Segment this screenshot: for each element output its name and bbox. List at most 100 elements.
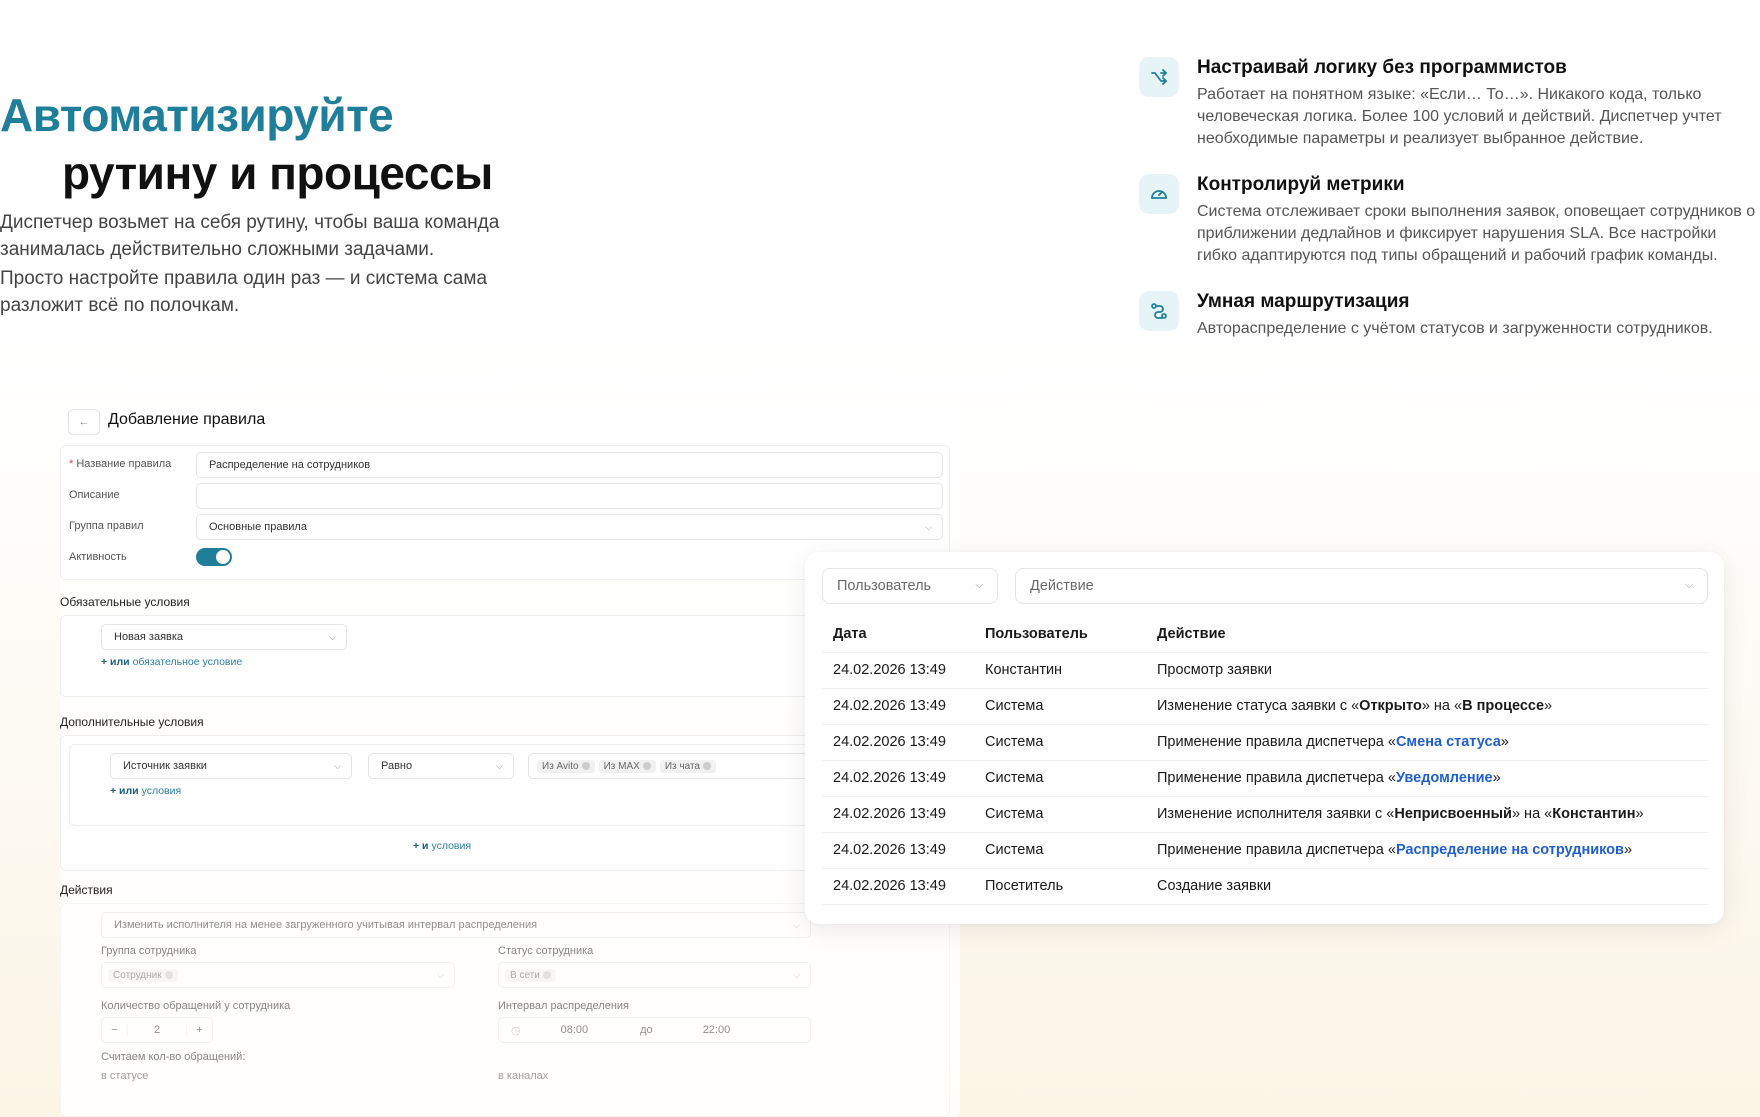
cell-action: Применение правила диспетчера «Распредел… [1146, 832, 1708, 869]
cell-date: 24.02.2026 13:49 [822, 796, 974, 833]
action-select[interactable]: Изменить исполнителя на менее загруженно… [101, 912, 811, 938]
rule-name-input[interactable]: Распределение на сотрудников [196, 452, 943, 478]
actions-title: Действия [60, 883, 113, 897]
chevron-down-icon: ⌵ [975, 580, 983, 591]
table-row: 24.02.2026 13:49 Система Применение правил… [822, 724, 1708, 761]
action-value: Константин [1552, 806, 1636, 822]
description-input[interactable] [196, 483, 943, 509]
table-row: 24.02.2026 13:49 Система Изменение статуса… [822, 688, 1708, 725]
cell-action: Изменение исполнителя заявки с «Неприсво… [1146, 796, 1708, 833]
in-channels-label: в каналах [498, 1070, 549, 1082]
chevron-down-icon: ⌵ [925, 522, 932, 532]
tag-chat: Из чата [659, 759, 716, 773]
feature-text: Система отслеживает сроки выполнения зая… [1197, 203, 1756, 264]
table-row: 24.02.2026 13:49 Система Применение правил… [822, 832, 1708, 869]
operator-select[interactable]: Равно ⌵ [368, 753, 514, 779]
cell-date: 24.02.2026 13:49 [822, 652, 974, 689]
actions-box: Изменить исполнителя на менее загруженно… [60, 903, 950, 1117]
feature-item: Умная маршрутизация Автораспределение с … [1139, 289, 1759, 340]
active-toggle[interactable] [196, 548, 232, 566]
required-condition-select[interactable]: Новая заявка ⌵ [101, 624, 347, 650]
stepper-plus-button[interactable]: + [186, 1024, 212, 1036]
interval-label: Интервал распределения [498, 1000, 630, 1012]
tag-online: В сети [505, 968, 556, 982]
employee-group-select[interactable]: Сотрудник ⌵ [101, 962, 455, 988]
interval-range[interactable]: ◷ 08:00 до 22:00 [498, 1017, 811, 1043]
active-label: Активность [69, 551, 127, 563]
feature-title: Контролируй метрики [1197, 174, 1405, 195]
action-text: » на « [1421, 698, 1463, 714]
rule-link[interactable]: Уведомление [1396, 770, 1493, 786]
cell-date: 24.02.2026 13:49 [822, 724, 974, 761]
feature-item: Контролируй метрики Система отслеживает … [1139, 172, 1759, 267]
chevron-down-icon: ⌵ [793, 920, 800, 930]
cell-action: Просмотр заявки [1146, 652, 1708, 689]
tag-avito: Из Avito [537, 759, 595, 773]
stepper-minus-button[interactable]: − [102, 1024, 128, 1036]
cell-date: 24.02.2026 13:49 [822, 868, 974, 905]
action-text: » [1500, 734, 1509, 750]
column-action: Действие [1146, 616, 1708, 653]
source-select[interactable]: Источник заявки ⌵ [110, 753, 352, 779]
cell-action: Применение правила диспетчера «Уведомлен… [1146, 760, 1708, 797]
table-header-row: Дата Пользователь Действие [822, 616, 1708, 653]
route-icon [1139, 291, 1179, 331]
chevron-down-icon: ⌵ [496, 761, 503, 771]
cell-action: Изменение статуса заявки с «Открыто» на … [1146, 688, 1708, 725]
required-conditions-title: Обязательные условия [60, 595, 190, 609]
cell-user: Система [974, 832, 1146, 869]
in-status-label: в статусе [101, 1070, 149, 1082]
table-row: 24.02.2026 13:49 Система Применение правил… [822, 760, 1708, 797]
feature-text: Работает на понятном языке: «Если… То…».… [1197, 86, 1722, 147]
action-value: Открыто [1359, 698, 1422, 714]
activity-log-table: Дата Пользователь Действие 24.02.2026 13… [822, 616, 1708, 905]
cell-user: Константин [974, 652, 1146, 689]
cell-date: 24.02.2026 13:49 [822, 832, 974, 869]
add-or-condition-link[interactable]: + или условия [110, 785, 181, 797]
action-text: Применение правила диспетчера « [1157, 842, 1396, 858]
employee-status-select[interactable]: В сети ⌵ [498, 962, 811, 988]
count-stepper[interactable]: − 2 + [101, 1017, 213, 1043]
chevron-down-icon: ⌵ [437, 970, 444, 980]
action-text: Просмотр заявки [1157, 662, 1272, 678]
action-text: » [1623, 842, 1633, 858]
cell-action: Применение правила диспетчера «Смена ста… [1146, 724, 1708, 761]
action-filter-select[interactable]: Действие ⌵ [1015, 568, 1708, 604]
add-required-condition-link[interactable]: + или обязательное условие [101, 656, 242, 668]
stepper-value: 2 [153, 1024, 161, 1036]
action-value: В процессе [1462, 698, 1545, 714]
table-row: 24.02.2026 13:49 Константин Просмотр заявк… [822, 652, 1708, 689]
add-and-condition-link[interactable]: + и условия [413, 840, 471, 852]
table-row: 24.02.2026 13:49 Система Изменение исполни… [822, 796, 1708, 833]
employee-status-label: Статус сотрудника [498, 945, 594, 957]
extra-conditions-title: Дополнительные условия [60, 715, 204, 729]
hero-title-line2: рутину и процессы [62, 147, 493, 199]
column-user: Пользователь [974, 616, 1146, 653]
tag-max: Из MAX [598, 759, 656, 773]
interval-to-word: до [640, 1024, 653, 1036]
back-button[interactable]: ← [68, 409, 100, 435]
action-text: Применение правила диспетчера « [1157, 770, 1396, 786]
feature-title: Настраивай логику без программистов [1197, 57, 1567, 78]
cell-date: 24.02.2026 13:49 [822, 688, 974, 725]
hero-title-line1: Автоматизируйте [0, 89, 394, 141]
cell-user: Система [974, 688, 1146, 725]
name-label: * Название правила [69, 458, 172, 470]
rule-link[interactable]: Смена статуса [1396, 734, 1501, 750]
action-text: » [1492, 770, 1501, 786]
rule-link[interactable]: Распределение на сотрудников [1396, 842, 1624, 858]
action-text: Изменение исполнителя заявки с « [1157, 806, 1395, 822]
action-text: » [1635, 806, 1644, 822]
action-text: Создание заявки [1157, 878, 1272, 894]
chevron-down-icon: ⌵ [334, 761, 341, 771]
employee-group-label: Группа сотрудника [101, 945, 197, 957]
count-note: Считаем кол-во обращений: [101, 1051, 246, 1063]
user-filter-select[interactable]: Пользователь ⌵ [822, 568, 998, 604]
shuffle-arrow-icon [1139, 57, 1179, 97]
hero-description: Диспетчер возьмет на себя рутину, чтобы … [0, 209, 520, 319]
chevron-down-icon: ⌵ [1685, 580, 1693, 591]
action-text: Применение правила диспетчера « [1157, 734, 1396, 750]
rule-group-select[interactable]: Основные правила ⌵ [196, 514, 943, 540]
group-label: Группа правил [69, 520, 144, 532]
action-text: Изменение статуса заявки с « [1157, 698, 1360, 714]
